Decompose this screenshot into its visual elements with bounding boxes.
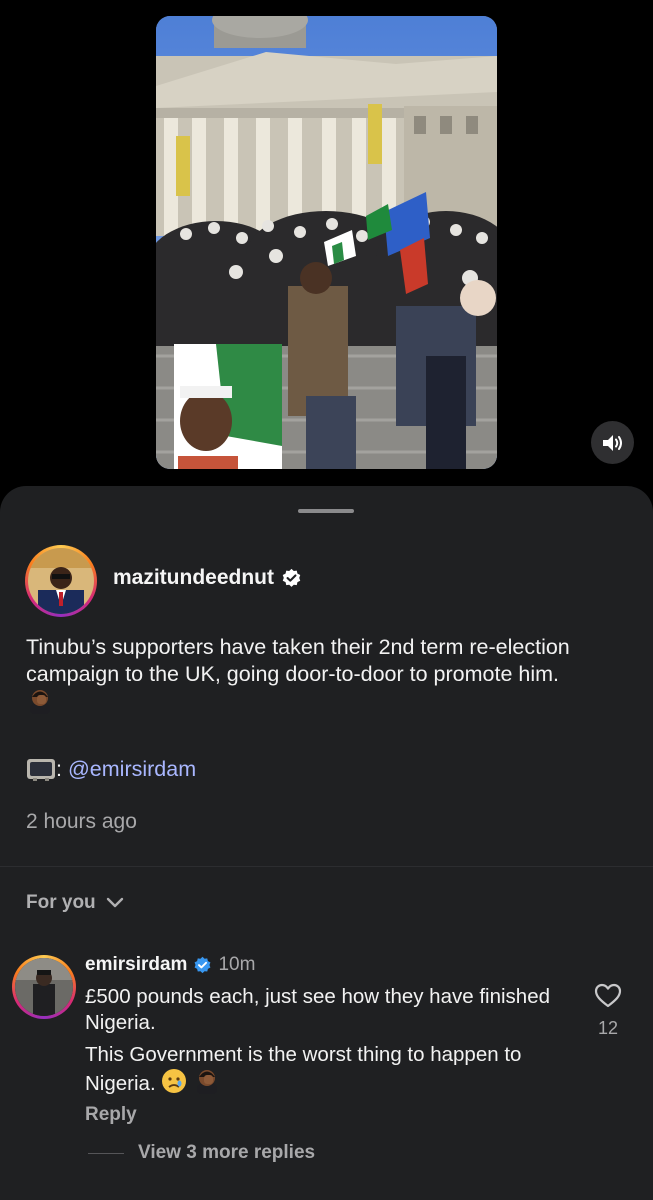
comment-text-line2: This Government is the worst thing to ha…	[85, 1042, 555, 1097]
television-emoji	[27, 759, 55, 781]
view-more-replies-label: View 3 more replies	[138, 1142, 316, 1163]
reply-button[interactable]: Reply	[85, 1104, 137, 1126]
post-author-avatar[interactable]	[25, 545, 97, 617]
like-count: 12	[597, 1018, 619, 1038]
credit-prefix: :	[56, 756, 62, 781]
verified-badge-icon	[282, 568, 301, 587]
view-more-replies[interactable]: View 3 more replies	[88, 1142, 315, 1164]
comments-sheet: mazitundeednut Tinubu’s supporters have …	[0, 486, 653, 1200]
drag-handle[interactable]	[298, 509, 354, 513]
avatar-photo	[28, 548, 94, 614]
comment-text: This Government is the worst thing to ha…	[85, 1043, 522, 1095]
chevron-down-icon	[106, 897, 123, 908]
commenter-avatar[interactable]	[12, 955, 76, 1019]
comment-like: 12	[592, 983, 624, 1039]
post-caption-text: Tinubu’s supporters have taken their 2nd…	[26, 635, 570, 686]
comment-header: emirsirdam 10m	[85, 954, 255, 976]
commenter-photo	[15, 958, 73, 1016]
comment-age: 10m	[218, 954, 256, 975]
verified-badge-icon	[195, 956, 211, 973]
comment-sort-dropdown[interactable]: For you	[26, 892, 124, 914]
post-author[interactable]: mazitundeednut	[113, 566, 302, 590]
speaker-icon	[602, 434, 622, 451]
crying-face-emoji	[162, 1069, 187, 1093]
divider	[0, 866, 653, 867]
sort-label: For you	[26, 892, 96, 913]
post-caption: Tinubu’s supporters have taken their 2nd…	[26, 634, 586, 717]
video-credit: : @emirsirdam	[26, 756, 196, 782]
comment-username[interactable]: emirsirdam	[85, 954, 187, 976]
post-timestamp: 2 hours ago	[26, 810, 137, 833]
replies-line	[88, 1152, 124, 1154]
person-facepalming-emoji	[30, 690, 50, 714]
video-thumbnail[interactable]	[156, 16, 497, 469]
credit-mention-link[interactable]: @emirsirdam	[68, 757, 196, 782]
post-username[interactable]: mazitundeednut	[113, 566, 274, 590]
comment-text-line1: £500 pounds each, just see how they have…	[85, 985, 550, 1034]
person-facepalming-emoji	[197, 1070, 218, 1094]
mute-toggle-button[interactable]	[591, 421, 634, 464]
heart-icon[interactable]	[594, 983, 622, 1008]
